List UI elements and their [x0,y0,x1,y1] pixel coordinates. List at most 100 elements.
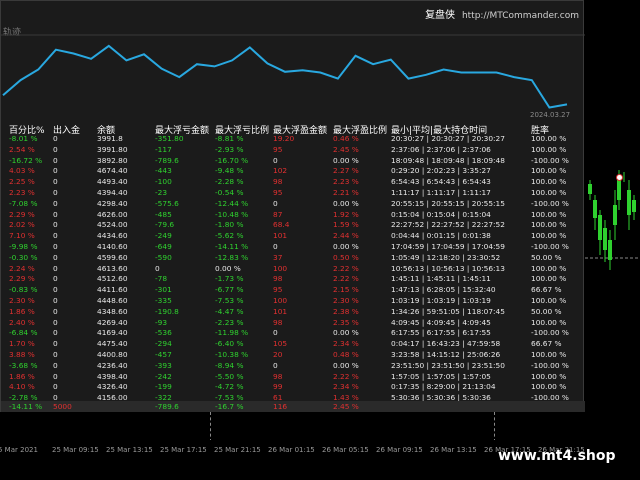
col-max-profit-ratio-cell: 0.00 % [333,241,359,251]
table-row[interactable]: 2.30 % 0 4448.60 -335 -7.53 % 100 2.30 % 1:03:1… [1,296,585,307]
table-row[interactable]: 1.70 % 0 4475.40 -294 -6.40 % 105 2.34 % 0:04:1… [1,339,585,350]
col-hold-time-cell: 6:17:55 | 6:17:55 | 6:17:55 [391,328,491,338]
col-max-profit-ratio-cell: 2.22 % [333,371,359,381]
col-deposit-cell: 0 [53,285,58,295]
table-row[interactable]: 2.29 % 0 4626.00 -485 -10.48 % 87 1.92 % 0:15:0… [1,210,585,221]
table-row[interactable]: 2.25 % 0 4493.40 -100 -2.28 % 98 2.23 % 6:54:43… [1,177,585,188]
col-percent-cell: 2.02 % [9,220,35,230]
col-max-profit-ratio-cell: 0.50 % [333,252,359,262]
col-percent-cell: 3.88 % [9,349,35,359]
col-max-loss-cell: -301 [155,285,172,295]
col-percent-cell: 2.24 % [9,263,35,273]
col-percent-cell: 1.70 % [9,339,35,349]
col-deposit-cell: 0 [53,328,58,338]
col-hold-time-cell: 18:09:48 | 18:09:48 | 18:09:48 [391,155,505,165]
col-max-profit-cell: 98 [273,177,283,187]
col-deposit-cell: 0 [53,241,58,251]
col-hold-time-cell: 20:55:15 | 20:55:15 | 20:55:15 [391,198,505,208]
table-row[interactable]: 4.10 % 0 4326.40 -199 -4.72 % 99 2.34 % 0:17:35… [1,382,585,393]
table-row[interactable]: 2.40 % 0 4269.40 -93 -2.23 % 98 2.35 % 4:09:45 … [1,318,585,329]
col-winrate-cell: 100.00 % [531,274,567,284]
table-row[interactable]: 2.54 % 0 3991.80 -117 -2.93 % 95 2.45 % 2:37:06… [1,145,585,156]
col-max-profit-ratio-cell: 0.48 % [333,349,359,359]
col-max-loss-cell: -485 [155,209,172,219]
col-max-profit-ratio-cell: 2.27 % [333,166,359,176]
col-max-loss-cell: -242 [155,371,172,381]
col-max-loss-cell: -443 [155,166,172,176]
position-marker[interactable] [616,174,623,181]
table-row[interactable]: -7.08 % 0 4298.40 -575.6 -12.44 % 0 0.00 % 20:5… [1,199,585,210]
table-row[interactable]: 2.23 % 0 4394.40 -23 -0.54 % 95 2.21 % 1:11:17 … [1,188,585,199]
col-deposit-cell: 0 [53,306,58,316]
table-row[interactable]: -0.83 % 0 4411.60 -301 -6.77 % 95 2.15 % 1:47:1… [1,285,585,296]
col-hold-time-cell: 23:51:50 | 23:51:50 | 23:51:50 [391,360,505,370]
col-max-loss-ratio-cell: -11.98 % [215,328,249,338]
col-balance-cell: 3892.80 [97,155,128,165]
table-row[interactable]: 1.86 % 0 4398.40 -242 -5.50 % 98 2.22 % 1:57:05… [1,372,585,383]
table-row[interactable]: -0.30 % 0 4599.60 -590 -12.83 % 37 0.50 % 1:05:… [1,253,585,264]
col-balance-cell: 4613.60 [97,263,128,273]
col-percent-cell: 2.29 % [9,209,35,219]
col-max-profit-cell: 0 [273,198,278,208]
col-balance-cell: 4140.60 [97,241,128,251]
col-hold-time-cell: 6:54:43 | 6:54:43 | 6:54:43 [391,177,491,187]
table-row[interactable]: -16.72 % 0 3892.80 -789.6 -16.70 % 0 0.00 % 18:… [1,156,585,167]
col-winrate-cell: 100.00 % [531,177,567,187]
col-max-loss-cell: -100 [155,177,172,187]
col-hold-time-header[interactable]: 最小|平均|最大持仓时间 [391,123,487,136]
col-deposit-header[interactable]: 出入金 [53,123,80,136]
col-hold-time-cell: 1:57:05 | 1:57:05 | 1:57:05 [391,371,491,381]
table-row[interactable]: 7.10 % 0 4434.60 -249 -5.62 % 101 2.44 % 0:04:4… [1,231,585,242]
col-max-profit-cell: 95 [273,285,283,295]
col-max-profit-ratio-cell: 0.00 % [333,328,359,338]
col-max-loss-ratio-cell: -12.44 % [215,198,249,208]
col-max-profit-ratio-cell: 1.59 % [333,220,359,230]
table-row[interactable]: 2.24 % 0 4613.60 0 0.00 % 100 2.22 % 10:56:13 |… [1,264,585,275]
table-row[interactable]: -6.84 % 0 4169.40 -536 -11.98 % 0 0.00 % 6:17:5… [1,328,585,339]
col-max-profit-cell: 100 [273,263,288,273]
col-max-loss-cell: -249 [155,231,172,241]
col-hold-time-cell: 0:29:20 | 2:02:23 | 3:35:27 [391,166,491,176]
col-max-loss-cell: -190.8 [155,306,179,316]
col-max-loss-header[interactable]: 最大浮亏金额 [155,123,209,136]
col-balance-cell: 4398.40 [97,371,128,381]
col-hold-time-cell: 3:23:58 | 14:15:12 | 25:06:26 [391,349,501,359]
period-separator [494,412,495,442]
col-percent-header[interactable]: 百分比% [9,123,45,136]
col-max-profit-ratio-cell: 1.92 % [333,209,359,219]
col-balance-cell: 4512.60 [97,274,128,284]
col-max-profit-header[interactable]: 最大浮盈金额 [273,123,327,136]
table-row[interactable]: 1.86 % 0 4348.60 -190.8 -4.47 % 101 2.38 % 1:34… [1,307,585,318]
col-balance-header[interactable]: 余额 [97,123,115,136]
col-deposit-cell: 0 [53,209,58,219]
col-max-profit-ratio-header[interactable]: 最大浮盈比例 [333,123,387,136]
col-max-loss-ratio-cell: -2.23 % [215,317,244,327]
col-max-loss-ratio-cell: -16.70 % [215,155,249,165]
col-max-loss-ratio-cell: -2.28 % [215,177,244,187]
table-row[interactable]: -3.68 % 0 4236.40 -393 -8.94 % 0 0.00 % 23:51:5… [1,361,585,372]
col-winrate-cell: 100.00 % [531,295,567,305]
col-max-loss-ratio-header[interactable]: 最大浮亏比例 [215,123,269,136]
col-deposit-cell: 0 [53,252,58,262]
table-row[interactable]: -9.98 % 0 4140.60 -649 -14.11 % 0 0.00 % 17:04:… [1,242,585,253]
table-row[interactable]: 3.88 % 0 4400.80 -457 -10.38 % 20 0.48 % 3:23:5… [1,350,585,361]
table-row[interactable]: 2.29 % 0 4512.60 -78 -1.73 % 98 2.22 % 1:45:11 … [1,274,585,285]
col-max-profit-cell: 101 [273,306,288,316]
col-max-loss-ratio-cell: -9.48 % [215,166,244,176]
table-row[interactable]: 4.03 % 0 4674.40 -443 -9.48 % 102 2.27 % 0:29:2… [1,166,585,177]
col-max-loss-ratio-cell: -14.11 % [215,241,249,251]
col-winrate-cell: 66.67 % [531,285,562,295]
col-max-profit-cell: 0 [273,360,278,370]
col-winrate-header[interactable]: 胜率 [531,123,549,136]
col-max-loss-ratio-cell: -0.54 % [215,187,244,197]
col-max-profit-ratio-total: 2.45 % [333,402,359,411]
col-winrate-cell: 50.00 % [531,252,562,262]
brand-url[interactable]: http://MTCommander.com [462,11,579,21]
col-max-profit-ratio-cell: 2.30 % [333,295,359,305]
col-hold-time-cell: 0:04:44 | 0:01:15 | 0:01:38 [391,231,491,241]
table-row[interactable]: 2.02 % 0 4524.00 -79.6 -1.80 % 68.4 1.59 % 22:2… [1,220,585,231]
equity-curve-line [2,44,568,109]
col-winrate-cell: 100.00 % [531,317,567,327]
col-max-profit-cell: 0 [273,241,278,251]
col-percent-cell: 2.40 % [9,317,35,327]
